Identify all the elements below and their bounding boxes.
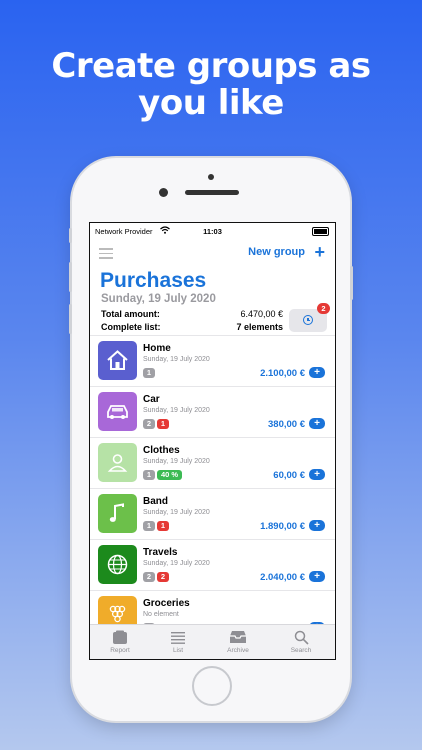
phone-volume-up	[69, 262, 72, 292]
progress-badge: 40 %	[157, 470, 183, 480]
tab-report-label: Report	[110, 647, 130, 654]
row-amount: 1.890,00 €	[260, 521, 305, 532]
phone-power-button	[350, 266, 353, 300]
clock-icon	[303, 315, 313, 325]
row-name: Clothes	[143, 445, 180, 456]
row-date: Sunday, 19 July 2020	[143, 407, 210, 414]
count-badge: 2	[143, 419, 155, 429]
group-title: Purchases	[100, 269, 207, 292]
phone-volume-down	[69, 304, 72, 334]
plus-icon[interactable]: +	[314, 242, 325, 263]
tab-bar: Report List Archive Search	[90, 624, 335, 659]
alert-badge: 1	[157, 419, 169, 429]
reminder-badge: 2	[317, 303, 330, 314]
total-amount-value: 6.470,00 €	[240, 309, 283, 319]
group-list: Home Sunday, 19 July 2020 1 2.100,00 € +…	[90, 335, 335, 641]
count-badge: 2	[143, 572, 155, 582]
group-row-home[interactable]: Home Sunday, 19 July 2020 1 2.100,00 € +	[90, 335, 335, 386]
report-icon	[113, 630, 127, 644]
globe-icon	[98, 545, 137, 584]
tab-search[interactable]: Search	[271, 627, 331, 654]
row-name: Travels	[143, 547, 178, 558]
person-icon	[98, 443, 137, 482]
row-date: Sunday, 19 July 2020	[143, 356, 210, 363]
tab-archive-label: Archive	[227, 647, 249, 654]
row-name: Home	[143, 343, 171, 354]
row-badges: 1 40 %	[143, 470, 184, 481]
menu-icon[interactable]	[99, 248, 113, 262]
marketing-headline: Create groups as you like	[0, 48, 422, 122]
row-amount: 2.040,00 €	[260, 572, 305, 583]
alert-badge: 1	[157, 521, 169, 531]
add-item-button[interactable]: +	[309, 571, 325, 582]
complete-list-value: 7 elements	[236, 322, 283, 332]
add-item-button[interactable]: +	[309, 520, 325, 531]
add-item-button[interactable]: +	[309, 469, 325, 480]
tab-list[interactable]: List	[148, 627, 208, 654]
row-badges: 11	[143, 521, 171, 532]
row-name: Car	[143, 394, 160, 405]
house-icon	[98, 341, 137, 380]
archive-icon	[230, 631, 246, 643]
phone-home-button[interactable]	[192, 666, 232, 706]
row-amount: 2.100,00 €	[260, 368, 305, 379]
battery-icon	[312, 227, 329, 236]
search-icon	[294, 630, 309, 645]
new-group-button[interactable]: New group	[248, 246, 305, 258]
add-item-button[interactable]: +	[309, 418, 325, 429]
row-date: No element	[143, 611, 179, 618]
tab-search-label: Search	[290, 647, 312, 654]
row-name: Groceries	[143, 598, 190, 609]
row-amount: 60,00 €	[273, 470, 305, 481]
row-date: Sunday, 19 July 2020	[143, 458, 210, 465]
count-badge: 1	[143, 521, 155, 531]
total-amount-label: Total amount:	[101, 309, 160, 319]
row-date: Sunday, 19 July 2020	[143, 560, 210, 567]
status-bar: Network Provider 11:03	[90, 223, 335, 239]
music-note-icon	[98, 494, 137, 533]
phone-sensor	[208, 174, 214, 180]
complete-list-label: Complete list:	[101, 322, 161, 332]
group-row-travels[interactable]: Travels Sunday, 19 July 2020 22 2.040,00…	[90, 539, 335, 590]
group-row-clothes[interactable]: Clothes Sunday, 19 July 2020 1 40 % 60,00…	[90, 437, 335, 488]
row-badges: 1	[143, 368, 157, 379]
tab-archive[interactable]: Archive	[208, 627, 268, 654]
tab-list-label: List	[172, 647, 184, 654]
group-row-car[interactable]: Car Sunday, 19 July 2020 21 380,00 € +	[90, 386, 335, 437]
row-date: Sunday, 19 July 2020	[143, 509, 210, 516]
headline-line-1: Create groups as	[51, 46, 371, 86]
row-name: Band	[143, 496, 168, 507]
list-icon	[171, 631, 185, 644]
group-date: Sunday, 19 July 2020	[101, 293, 216, 305]
row-amount: 380,00 €	[268, 419, 305, 430]
app-screen: Network Provider 11:03 New group + Purch…	[89, 222, 336, 660]
phone-speaker	[185, 190, 239, 195]
phone-mute-switch	[69, 228, 72, 243]
status-time: 11:03	[203, 227, 222, 236]
row-badges: 21	[143, 419, 171, 430]
count-badge: 1	[143, 368, 155, 378]
count-badge: 1	[143, 470, 155, 480]
car-icon	[98, 392, 137, 431]
phone-camera	[159, 188, 168, 197]
add-item-button[interactable]: +	[309, 367, 325, 378]
alert-badge: 2	[157, 572, 169, 582]
group-row-band[interactable]: Band Sunday, 19 July 2020 11 1.890,00 € …	[90, 488, 335, 539]
row-badges: 22	[143, 572, 171, 583]
headline-line-2: you like	[138, 83, 284, 123]
tab-report[interactable]: Report	[90, 627, 150, 654]
